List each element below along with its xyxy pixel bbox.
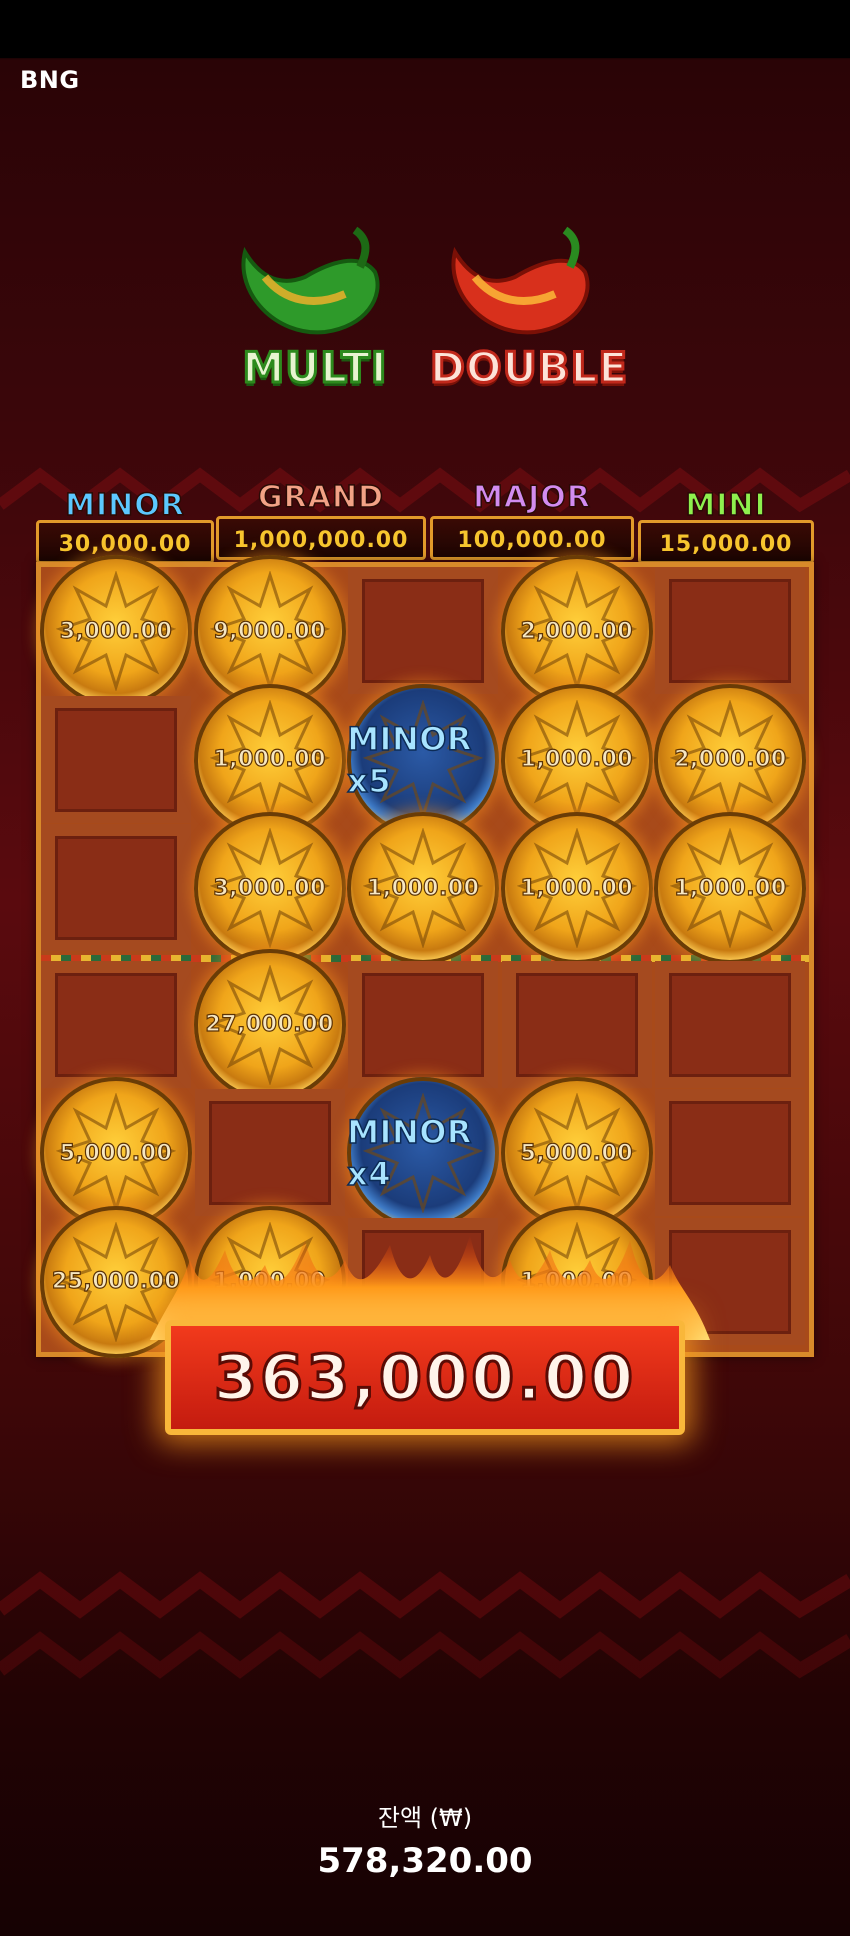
- empty-slot-pepper-icon: [669, 972, 792, 1077]
- money-coin: 1,000.00: [500, 812, 653, 964]
- brand-logo: BNG: [20, 66, 80, 94]
- jackpot-name: MINI: [685, 487, 767, 524]
- balance-label: 잔액 (₩): [377, 1804, 473, 1832]
- coin-value: MINOR x4: [346, 1112, 473, 1194]
- coin-value: 1,000.00: [520, 875, 634, 901]
- jackpot-name: GRAND: [257, 479, 384, 516]
- empty-slot: [348, 567, 499, 694]
- empty-slot: [41, 695, 191, 823]
- jackpot-name: MINOR: [64, 487, 185, 524]
- empty-slot-pepper-icon: [362, 579, 485, 683]
- empty-slot: [348, 960, 499, 1088]
- coin-value: 3,000.00: [213, 875, 326, 901]
- empty-slot-pepper-icon: [55, 972, 177, 1077]
- empty-slot-pepper-icon: [208, 1101, 331, 1205]
- jackpot-coin: MINOR x4: [346, 1077, 500, 1229]
- jackpot-amount: 100,000.00: [430, 516, 634, 560]
- coin-value: 27,000.00: [205, 1011, 334, 1037]
- money-coin: 27,000.00: [193, 948, 346, 1101]
- background-zigzag-bottom-2: [0, 1631, 850, 1679]
- balance-value: 578,320.00: [317, 1841, 533, 1881]
- green-pepper-icon: [241, 226, 380, 335]
- coin-value: 1,000.00: [674, 875, 787, 901]
- money-coin: 1,000.00: [654, 812, 807, 964]
- empty-slot-pepper-icon: [669, 579, 792, 683]
- empty-slot-pepper-icon: [55, 707, 177, 812]
- win-amount-banner: 363,000.00: [165, 1320, 685, 1435]
- empty-slot: [41, 960, 191, 1088]
- empty-slot: [655, 567, 806, 694]
- balance: 잔액 (₩) 578,320.00: [0, 1798, 850, 1881]
- empty-slot-pepper-icon: [515, 972, 638, 1077]
- multi-label: MULTI: [241, 342, 388, 394]
- jackpot-amount: 15,000.00: [638, 520, 814, 564]
- money-coin: 3,000.00: [40, 555, 192, 707]
- empty-slot: [41, 824, 191, 951]
- empty-slot-pepper-icon: [669, 1101, 792, 1205]
- win-amount: 363,000.00: [212, 1340, 637, 1416]
- empty-slot-pepper-icon: [55, 836, 177, 940]
- coin-value: 1,000.00: [366, 875, 480, 901]
- red-pepper-icon: [451, 226, 590, 335]
- jackpot-mini: MINI 15,000.00: [638, 480, 814, 568]
- jackpot-amount: 1,000,000.00: [216, 516, 426, 560]
- empty-slot: [655, 960, 806, 1088]
- jackpot-name: MAJOR: [472, 479, 591, 516]
- double-label: DOUBLE: [429, 342, 629, 394]
- money-coin: 3,000.00: [193, 812, 346, 964]
- double-feature: DOUBLE: [429, 222, 629, 394]
- top-bar: [0, 0, 850, 58]
- multi-feature: MULTI: [225, 222, 405, 394]
- empty-slot: [655, 1089, 806, 1216]
- coin-value: 3,000.00: [59, 618, 173, 644]
- empty-slot: [194, 1089, 345, 1216]
- empty-slot: [501, 960, 652, 1088]
- money-coin: 1,000.00: [347, 812, 500, 964]
- empty-slot-pepper-icon: [362, 972, 485, 1077]
- feature-icons: MULTI DOUBLE: [0, 222, 850, 394]
